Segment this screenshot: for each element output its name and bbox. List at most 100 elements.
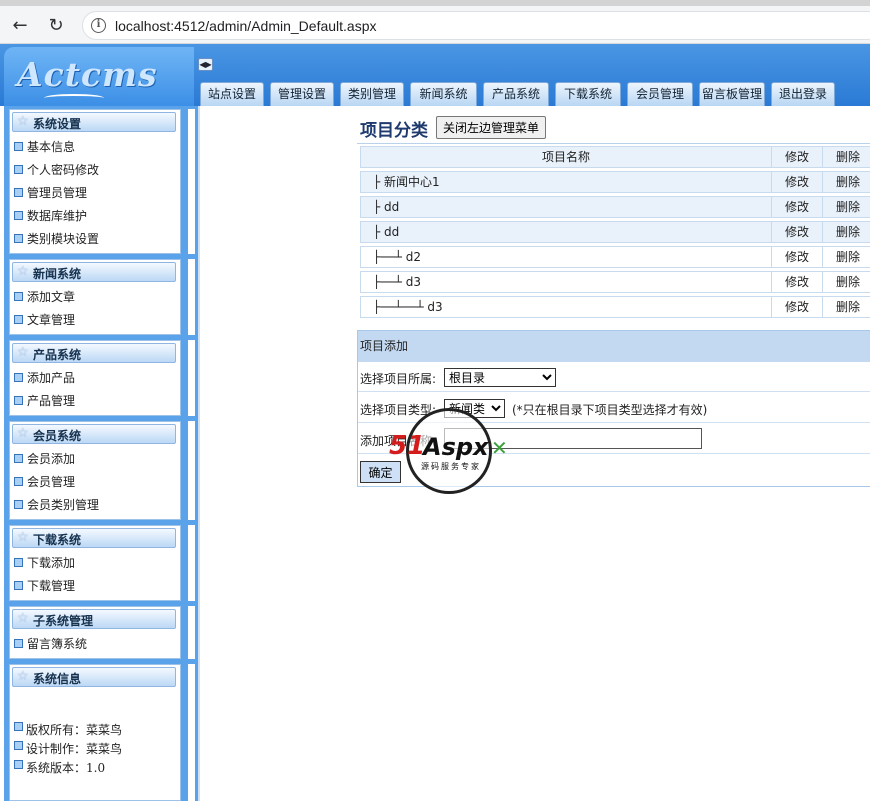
bullet-icon	[14, 292, 23, 301]
sidebar-item-member-manage[interactable]: 会员管理	[14, 474, 75, 490]
toggle-menu-icon[interactable]: ◀▶	[198, 58, 213, 71]
edit-link[interactable]: 修改	[771, 171, 823, 193]
col-header-edit: 修改	[771, 146, 823, 168]
sidebar-item-download-add[interactable]: 下载添加	[14, 555, 75, 571]
info-copyright: 版权所有：菜菜鸟	[14, 722, 122, 738]
tab-site-settings[interactable]: 站点设置	[200, 82, 264, 106]
panel-member-system: ☆ 会员系统 会员添加 会员管理 会员类别管理	[9, 421, 181, 520]
edit-link[interactable]: 修改	[771, 271, 823, 293]
sidebar-item-basic-info[interactable]: 基本信息	[14, 139, 75, 155]
tab-product-system[interactable]: 产品系统	[483, 82, 549, 106]
tab-logout[interactable]: 退出登录	[771, 82, 835, 106]
page-title: 项目分类	[360, 121, 428, 141]
star-icon: ☆	[17, 669, 29, 684]
panel-title: ☆ 子系统管理	[12, 609, 176, 629]
table-row: ├ dd 修改 删除	[357, 219, 870, 244]
sidebar-item-category-module[interactable]: 类别模块设置	[14, 231, 99, 247]
sidebar-scroll-strip	[185, 421, 195, 520]
logo-area: Actcms	[4, 47, 194, 107]
panel-title: ☆ 产品系统	[12, 343, 176, 363]
submit-button[interactable]: 确定	[360, 461, 401, 483]
watermark-brand-a: 51	[389, 431, 426, 461]
delete-link[interactable]: 删除	[822, 271, 870, 293]
category-table: 项目名称 修改 删除 ├ 新闻中心1 修改 删除 ├ dd 修改 删除 ├ dd…	[357, 143, 870, 318]
sidebar-item-database[interactable]: 数据库维护	[14, 208, 87, 224]
row-name: ├──┴ d2	[360, 246, 772, 268]
back-icon[interactable]: ←	[9, 15, 31, 37]
logo-swoosh	[44, 94, 104, 102]
tab-guestbook-manage[interactable]: 留言板管理	[699, 82, 765, 106]
tab-download-system[interactable]: 下载系统	[555, 82, 621, 106]
sidebar-item-member-add[interactable]: 会员添加	[14, 451, 75, 467]
sidebar-item-add-article[interactable]: 添加文章	[14, 289, 75, 305]
bullet-icon	[14, 558, 23, 567]
sidebar-item-change-password[interactable]: 个人密码修改	[14, 162, 99, 178]
sidebar: ☆ 系统设置 基本信息 个人密码修改 管理员管理 数据库维护 类别模块设置 ☆ 新闻…	[4, 106, 198, 801]
table-header-row: 项目名称 修改 删除	[357, 144, 870, 169]
col-header-name: 项目名称	[360, 146, 772, 168]
sidebar-scroll-strip	[185, 259, 195, 335]
delete-link[interactable]: 删除	[822, 221, 870, 243]
bullet-icon	[14, 373, 23, 382]
sidebar-item-admin-manage[interactable]: 管理员管理	[14, 185, 87, 201]
parent-select[interactable]: 根目录	[444, 368, 556, 387]
delete-link[interactable]: 删除	[822, 296, 870, 318]
bullet-icon	[14, 741, 23, 750]
tab-news-system[interactable]: 新闻系统	[410, 82, 477, 106]
star-icon: ☆	[17, 426, 29, 441]
delete-link[interactable]: 删除	[822, 246, 870, 268]
star-icon: ☆	[17, 345, 29, 360]
close-left-menu-button[interactable]: 关闭左边管理菜单	[436, 116, 547, 139]
info-version: 系统版本：1.0	[14, 760, 105, 776]
row-name: ├──┴ d3	[360, 271, 772, 293]
tab-category-manage[interactable]: 类别管理	[340, 82, 404, 106]
panel-title: ☆ 系统信息	[12, 667, 176, 687]
bullet-icon	[14, 211, 23, 220]
sidebar-scroll-strip	[185, 340, 195, 416]
sidebar-item-download-manage[interactable]: 下载管理	[14, 578, 75, 594]
bullet-icon	[14, 188, 23, 197]
reload-icon[interactable]: ↻	[45, 15, 67, 37]
row-name: ├ 新闻中心1	[360, 171, 772, 193]
sidebar-scroll-strip	[185, 109, 195, 254]
tab-member-manage[interactable]: 会员管理	[627, 82, 693, 106]
bullet-icon	[14, 234, 23, 243]
sidebar-item-article-manage[interactable]: 文章管理	[14, 312, 75, 328]
tab-admin-settings[interactable]: 管理设置	[270, 82, 334, 106]
panel-download-system: ☆ 下载系统 下载添加 下载管理	[9, 525, 181, 601]
delete-link[interactable]: 删除	[822, 196, 870, 218]
edit-link[interactable]: 修改	[771, 196, 823, 218]
admin-header: Actcms ◀▶ 站点设置 管理设置 类别管理 新闻系统 产品系统 下载系统 …	[0, 44, 870, 107]
bullet-icon	[14, 581, 23, 590]
url-text[interactable]: localhost:4512/admin/Admin_Default.aspx	[115, 18, 377, 34]
address-bar[interactable]: i localhost:4512/admin/Admin_Default.asp…	[82, 11, 870, 40]
star-icon: ☆	[17, 530, 29, 545]
form-row-parent: 选择项目所属: 根目录	[358, 362, 870, 392]
bullet-icon	[14, 142, 23, 151]
edit-link[interactable]: 修改	[771, 221, 823, 243]
sidebar-item-guestbook[interactable]: 留言簿系统	[14, 636, 87, 652]
panel-title: ☆ 新闻系统	[12, 262, 176, 282]
bullet-icon	[14, 396, 23, 405]
table-row: ├ dd 修改 删除	[357, 194, 870, 219]
sidebar-item-add-product[interactable]: 添加产品	[14, 370, 75, 386]
bullet-icon	[14, 500, 23, 509]
panel-title: ☆ 下载系统	[12, 528, 176, 548]
sidebar-item-member-category[interactable]: 会员类别管理	[14, 497, 99, 513]
form-heading: 项目添加	[358, 331, 870, 362]
col-header-delete: 删除	[822, 146, 870, 168]
row-name: ├ dd	[360, 196, 772, 218]
star-icon: ☆	[17, 264, 29, 279]
star-icon: ☆	[17, 114, 29, 129]
site-info-icon[interactable]: i	[91, 18, 106, 33]
delete-link[interactable]: 删除	[822, 171, 870, 193]
table-row: ├──┴ d2 修改 删除	[357, 244, 870, 269]
panel-subsystem-manage: ☆ 子系统管理 留言簿系统	[9, 606, 181, 659]
edit-link[interactable]: 修改	[771, 296, 823, 318]
edit-link[interactable]: 修改	[771, 246, 823, 268]
row-name: ├ dd	[360, 221, 772, 243]
watermark-logo: 51 Aspx ✕ 源码服务专家	[389, 408, 508, 494]
sidebar-item-product-manage[interactable]: 产品管理	[14, 393, 75, 409]
sidebar-scroll-strip	[185, 525, 195, 601]
logo: Actcms	[17, 55, 158, 94]
